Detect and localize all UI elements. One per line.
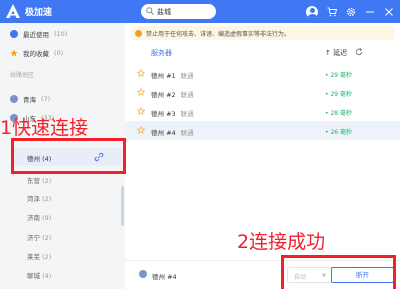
latency-value: • 29 毫秒 xyxy=(325,72,352,79)
refresh-icon[interactable] xyxy=(355,48,363,56)
sidebar-region-qinghai[interactable]: 青海 (7) xyxy=(10,93,50,105)
isp-tag: 联通 xyxy=(180,110,194,118)
current-server-flag-icon xyxy=(139,270,147,278)
annotation-step1-text: 1快速连接 xyxy=(0,117,89,139)
city-item[interactable]: 济南 (9) xyxy=(27,212,51,222)
column-header-latency[interactable]: ↑ 延迟 xyxy=(325,48,347,58)
cart-icon[interactable] xyxy=(327,7,337,17)
city-item[interactable]: 东营 (2) xyxy=(27,175,51,185)
sidebar-item-count: (0) xyxy=(54,49,64,57)
app-window: 极加速 盐城 最近使用 (10) 我的收藏 (0) 线路地区 青海 (7) 山东… xyxy=(0,0,400,289)
title-bar: 极加速 盐城 xyxy=(0,0,400,23)
city-name: 济南 xyxy=(27,214,40,222)
favorite-star-outline-icon[interactable] xyxy=(137,126,145,134)
sidebar-item-label: 我的收藏 xyxy=(23,50,49,58)
city-name: 莱芜 xyxy=(27,253,40,261)
server-name: 德州 #3 联通 xyxy=(151,108,194,118)
latency-text: 26 毫秒 xyxy=(330,129,352,136)
city-name: 东营 xyxy=(27,177,40,185)
sidebar-item-recent[interactable]: 最近使用 (10) xyxy=(10,28,67,40)
sidebar-scrollbar[interactable] xyxy=(121,186,124,226)
title-bar-controls xyxy=(306,4,394,19)
search-input[interactable]: 盐城 xyxy=(141,4,216,19)
server-name: 德州 #4 联通 xyxy=(151,127,194,137)
favorite-star-outline-icon[interactable] xyxy=(137,88,145,96)
search-icon xyxy=(146,7,154,15)
isp-tag: 联通 xyxy=(180,129,194,137)
city-name: 聊城 xyxy=(27,272,40,280)
sidebar-item-label: 最近使用 xyxy=(23,31,49,39)
recent-clock-icon xyxy=(10,30,18,38)
city-item[interactable]: 菏泽 (2) xyxy=(27,193,51,203)
annotation-box-quick-connect xyxy=(11,138,126,174)
user-avatar-icon[interactable] xyxy=(306,5,318,18)
latency-text: 29 毫秒 xyxy=(330,91,352,98)
search-value: 盐城 xyxy=(157,8,171,16)
sidebar-item-favorites[interactable]: 我的收藏 (0) xyxy=(10,47,63,59)
city-count: (9) xyxy=(42,214,52,222)
table-header: 服务器 ↑ 延迟 xyxy=(125,45,400,59)
annotation-box-connected xyxy=(281,255,396,289)
city-count: (2) xyxy=(42,234,52,242)
server-row[interactable]: 德州 #2 联通 • 29 毫秒 xyxy=(125,83,400,102)
latency-value: • 26 毫秒 xyxy=(325,129,352,136)
latency-text: 28 毫秒 xyxy=(330,110,352,117)
server-label: 德州 #2 xyxy=(151,91,176,99)
server-row[interactable]: 德州 #3 联通 • 28 毫秒 xyxy=(125,102,400,121)
annotation-step2-text: 2连接成功 xyxy=(237,231,326,253)
warning-icon xyxy=(135,29,142,37)
server-name: 德州 #1 联通 xyxy=(151,70,194,80)
city-count: (4) xyxy=(42,272,52,280)
city-item[interactable]: 莱芜 (2) xyxy=(27,251,51,261)
server-label: 德州 #3 xyxy=(151,110,176,118)
city-item[interactable]: 济宁 (2) xyxy=(27,232,51,242)
favorite-star-outline-icon[interactable] xyxy=(137,107,145,115)
region-section-label: 线路地区 xyxy=(10,72,35,79)
city-count: (2) xyxy=(42,253,52,261)
server-row[interactable]: 德州 #1 联通 • 29 毫秒 xyxy=(125,64,400,83)
city-count: (2) xyxy=(42,195,52,203)
region-label: 青海 xyxy=(23,96,36,104)
server-label: 德州 #4 xyxy=(151,129,176,137)
latency-value: • 28 毫秒 xyxy=(325,110,352,117)
current-server-name: 德州 #4 xyxy=(152,273,177,281)
city-name: 济宁 xyxy=(27,234,40,242)
settings-gear-icon[interactable] xyxy=(346,7,356,17)
city-item[interactable]: 聊城 (4) xyxy=(27,270,51,280)
app-logo-icon xyxy=(6,4,20,18)
latency-value: • 29 毫秒 xyxy=(325,91,352,98)
notice-text: 禁止用于任何攻击、诽谤、编造虚假事实等非法行为。 xyxy=(146,30,291,38)
server-name: 德州 #2 联通 xyxy=(151,89,194,99)
region-flag-icon xyxy=(10,95,18,103)
close-icon[interactable] xyxy=(384,7,394,17)
app-name: 极加速 xyxy=(25,8,53,18)
isp-tag: 联通 xyxy=(180,72,194,80)
legal-notice-banner: 禁止用于任何攻击、诽谤、编造虚假事实等非法行为。 xyxy=(131,26,394,40)
latency-text: 29 毫秒 xyxy=(330,72,352,79)
favorite-star-outline-icon[interactable] xyxy=(137,69,145,77)
latency-header-label: 延迟 xyxy=(333,49,348,57)
server-label: 德州 #1 xyxy=(151,72,176,80)
minimize-icon[interactable] xyxy=(365,7,375,17)
city-name: 菏泽 xyxy=(27,195,40,203)
column-header-server[interactable]: 服务器 xyxy=(151,48,172,58)
sidebar-item-count: (10) xyxy=(54,30,68,38)
favorite-star-icon xyxy=(10,49,18,57)
region-count: (7) xyxy=(41,95,51,103)
server-row-selected[interactable]: 德州 #4 联通 • 26 毫秒 xyxy=(125,121,400,140)
city-count: (2) xyxy=(42,177,52,185)
isp-tag: 联通 xyxy=(180,91,194,99)
